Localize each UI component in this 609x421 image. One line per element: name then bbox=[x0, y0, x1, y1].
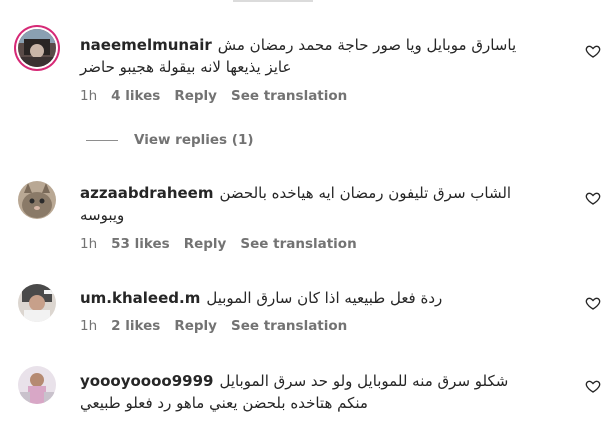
comment-username[interactable]: azzaabdraheem bbox=[80, 184, 213, 202]
comment-text: الشاب سرق تليفون رمضان ايه هياخده بالحضن bbox=[219, 184, 512, 202]
comment-text-continued: منكم هتاخده بلحضن يعني ماهو رد فعلو طبيع… bbox=[80, 394, 368, 412]
comment-text-continued: عايز يذيعها لانه بيقولة هجيبو حاضر bbox=[80, 58, 292, 76]
comment-time: 1h bbox=[80, 318, 98, 334]
see-translation-button[interactable]: See translation bbox=[231, 318, 347, 334]
comment-meta: 1h 4 likes Reply See translation bbox=[80, 88, 361, 104]
heart-icon[interactable] bbox=[585, 43, 601, 59]
replies-dash bbox=[86, 139, 118, 141]
comment-username[interactable]: naeemelmunair bbox=[80, 36, 212, 54]
comment-text-continued: ويبوسه bbox=[80, 206, 125, 224]
comment-likes[interactable]: 2 likes bbox=[111, 318, 160, 334]
comment-text: ردة فعل طبيعيه اذا كان سارق الموبيل bbox=[206, 289, 443, 307]
person-avatar-icon[interactable] bbox=[18, 366, 56, 404]
divider bbox=[233, 0, 313, 2]
comment-text: ياسارق موبايل ويا صور حاجة محمد رمضان مش bbox=[217, 36, 517, 54]
reply-button[interactable]: Reply bbox=[184, 236, 227, 252]
heart-icon[interactable] bbox=[585, 295, 601, 311]
see-translation-button[interactable]: See translation bbox=[231, 88, 347, 104]
comment-meta: 1h 53 likes Reply See translation bbox=[80, 236, 371, 252]
comment-likes[interactable]: 53 likes bbox=[111, 236, 170, 252]
view-replies-button[interactable]: View replies (1) bbox=[86, 132, 254, 148]
comment-meta: 1h 2 likes Reply See translation bbox=[80, 318, 361, 334]
heart-icon[interactable] bbox=[585, 378, 601, 394]
heart-icon[interactable] bbox=[585, 190, 601, 206]
reply-button[interactable]: Reply bbox=[174, 88, 217, 104]
person-avatar-icon[interactable] bbox=[18, 284, 56, 322]
cat-avatar-icon[interactable] bbox=[18, 181, 56, 219]
reply-button[interactable]: Reply bbox=[174, 318, 217, 334]
comment-time: 1h bbox=[80, 88, 98, 104]
view-replies-label: View replies (1) bbox=[134, 132, 254, 148]
comment-likes[interactable]: 4 likes bbox=[111, 88, 160, 104]
see-translation-button[interactable]: See translation bbox=[240, 236, 356, 252]
user-avatar-icon[interactable] bbox=[18, 29, 56, 67]
comment-username[interactable]: um.khaleed.m bbox=[80, 289, 200, 307]
comment-time: 1h bbox=[80, 236, 98, 252]
comment-username[interactable]: yoooyoooo9999 bbox=[80, 372, 213, 390]
comment-text: شكلو سرق منه للموبايل ولو حد سرق الموباي… bbox=[219, 372, 509, 390]
